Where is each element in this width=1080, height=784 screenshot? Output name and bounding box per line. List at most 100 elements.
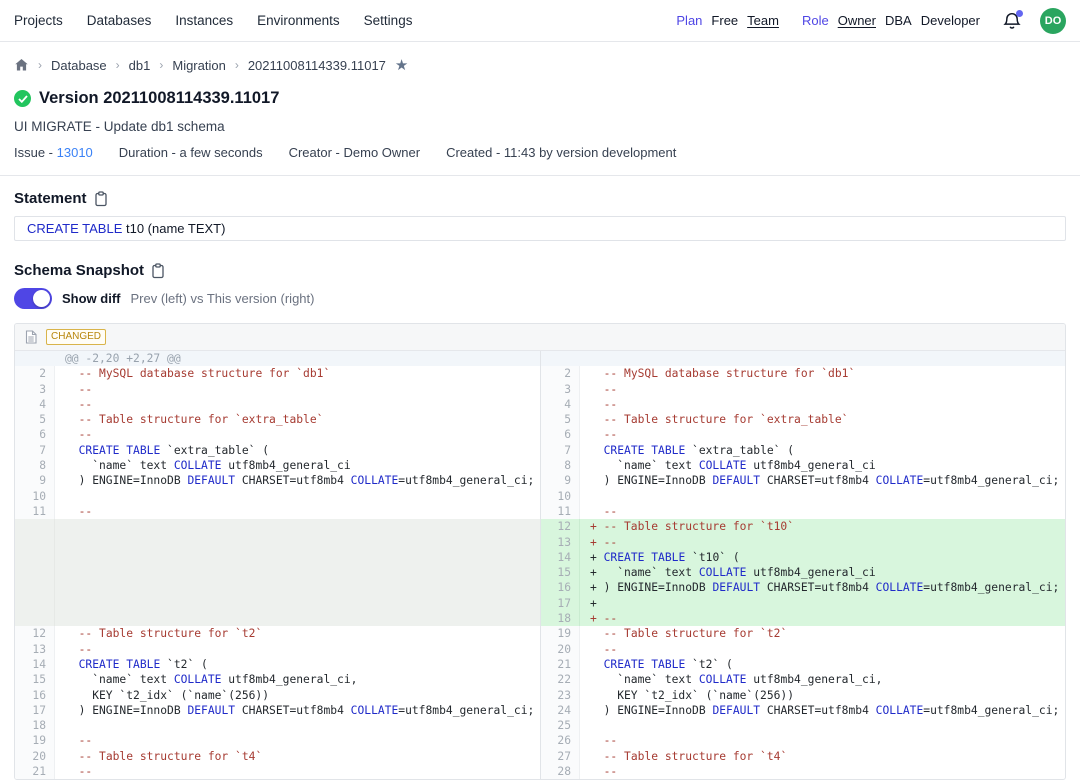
line-number-left: 14 (15, 657, 55, 672)
diff-row: 15 `name` text COLLATE utf8mb4_general_c… (15, 672, 1065, 687)
role-switcher: Role Owner DBA Developer (802, 13, 980, 28)
code-left (55, 565, 540, 580)
page-title: Version 20211008114339.11017 (39, 89, 279, 108)
breadcrumb-separator: › (235, 58, 239, 72)
line-number-right: 22 (540, 672, 580, 687)
avatar[interactable]: DO (1040, 8, 1066, 34)
nav-item-databases[interactable]: Databases (87, 13, 152, 28)
diff-row: 14+ CREATE TABLE `t10` ( (15, 550, 1065, 565)
code-left: -- MySQL database structure for `db1` (55, 366, 540, 381)
code-left: -- (55, 397, 540, 412)
diff-row: 9 ) ENGINE=InnoDB DEFAULT CHARSET=utf8mb… (15, 473, 1065, 488)
schema-diff-panel: CHANGED @@ -2,20 +2,27 @@2 -- MySQL data… (14, 323, 1066, 780)
code-right: + -- Table structure for `t10` (580, 519, 1065, 534)
star-icon[interactable]: ★ (395, 56, 408, 74)
line-number-right: 5 (540, 412, 580, 427)
meta-item: Duration - a few seconds (119, 145, 263, 160)
diff-row: 11 --11 -- (15, 504, 1065, 519)
line-number-right: 18 (540, 611, 580, 626)
line-number-right: 9 (540, 473, 580, 488)
copy-snapshot-icon[interactable] (151, 263, 165, 279)
section-divider (0, 175, 1080, 176)
code-right: + CREATE TABLE `t10` ( (580, 550, 1065, 565)
diff-row: 6 --6 -- (15, 427, 1065, 442)
line-number-left: 16 (15, 688, 55, 703)
line-number-right: 21 (540, 657, 580, 672)
code-right: -- MySQL database structure for `db1` (580, 366, 1065, 381)
plan-option-team[interactable]: Team (747, 13, 779, 28)
success-check-icon (14, 90, 31, 107)
code-left: KEY `t2_idx` (`name`(256)) (55, 688, 540, 703)
line-number-left (15, 596, 55, 611)
role-option-owner[interactable]: Owner (838, 13, 876, 28)
snapshot-heading: Schema Snapshot (14, 262, 144, 279)
line-number-left: 17 (15, 703, 55, 718)
diff-row: 20 -- Table structure for `t4`27 -- Tabl… (15, 749, 1065, 764)
notification-dot (1016, 10, 1023, 17)
diff-row: 4 --4 -- (15, 397, 1065, 412)
line-number-left: 18 (15, 718, 55, 733)
line-number-right: 28 (540, 764, 580, 779)
diff-direction-hint: Prev (left) vs This version (right) (131, 291, 315, 306)
role-option-dba[interactable]: DBA (885, 13, 912, 28)
code-right: -- (580, 397, 1065, 412)
code-left (55, 611, 540, 626)
role-label: Role (802, 13, 829, 28)
line-number-left: 15 (15, 672, 55, 687)
line-number-left (15, 580, 55, 595)
nav-item-instances[interactable]: Instances (175, 13, 233, 28)
show-diff-toggle[interactable] (14, 288, 52, 309)
code-left (55, 519, 540, 534)
line-number-right (540, 351, 580, 366)
plan-option-free[interactable]: Free (711, 13, 738, 28)
breadcrumb-item[interactable]: Migration (172, 58, 225, 73)
copy-statement-icon[interactable] (94, 191, 108, 207)
line-number-left: 20 (15, 749, 55, 764)
code-right (580, 718, 1065, 733)
line-number-left: 3 (15, 382, 55, 397)
code-right: -- (580, 642, 1065, 657)
snapshot-section-header: Schema Snapshot (14, 262, 1066, 279)
code-right (580, 351, 1065, 366)
diff-row: 12+ -- Table structure for `t10` (15, 519, 1065, 534)
diff-row: 18+ -- (15, 611, 1065, 626)
code-right: ) ENGINE=InnoDB DEFAULT CHARSET=utf8mb4 … (580, 703, 1065, 718)
diff-row: 17+ (15, 596, 1065, 611)
line-number-right: 25 (540, 718, 580, 733)
diff-row: 15+ `name` text COLLATE utf8mb4_general_… (15, 565, 1065, 580)
nav-item-settings[interactable]: Settings (364, 13, 413, 28)
line-number-left (15, 550, 55, 565)
code-left: -- (55, 642, 540, 657)
home-icon[interactable] (14, 58, 29, 72)
nav-item-environments[interactable]: Environments (257, 13, 340, 28)
line-number-right: 12 (540, 519, 580, 534)
nav-item-projects[interactable]: Projects (14, 13, 63, 28)
breadcrumb-items: ›Database›db1›Migration›20211008114339.1… (38, 58, 386, 73)
line-number-right: 14 (540, 550, 580, 565)
line-number-right: 8 (540, 458, 580, 473)
code-left (55, 596, 540, 611)
notification-bell-icon[interactable] (1003, 11, 1023, 31)
breadcrumb-item[interactable]: db1 (129, 58, 151, 73)
line-number-left (15, 519, 55, 534)
diff-row: 21 --28 -- (15, 764, 1065, 779)
line-number-right: 20 (540, 642, 580, 657)
breadcrumb-separator: › (116, 58, 120, 72)
breadcrumb-item[interactable]: 20211008114339.11017 (248, 58, 386, 73)
code-left: -- Table structure for `t4` (55, 749, 540, 764)
breadcrumb-item[interactable]: Database (51, 58, 107, 73)
line-number-right: 6 (540, 427, 580, 442)
role-option-developer[interactable]: Developer (921, 13, 980, 28)
code-right: + -- (580, 535, 1065, 550)
diff-row: 3 --3 -- (15, 382, 1065, 397)
line-number-right: 10 (540, 489, 580, 504)
meta-label: Creator - (289, 145, 344, 160)
code-right: CREATE TABLE `extra_table` ( (580, 443, 1065, 458)
code-right: + ) ENGINE=InnoDB DEFAULT CHARSET=utf8mb… (580, 580, 1065, 595)
meta-value[interactable]: 13010 (57, 145, 93, 160)
code-left: -- (55, 427, 540, 442)
line-number-left: 9 (15, 473, 55, 488)
plan-label: Plan (676, 13, 702, 28)
line-number-left: 7 (15, 443, 55, 458)
breadcrumb-separator: › (159, 58, 163, 72)
